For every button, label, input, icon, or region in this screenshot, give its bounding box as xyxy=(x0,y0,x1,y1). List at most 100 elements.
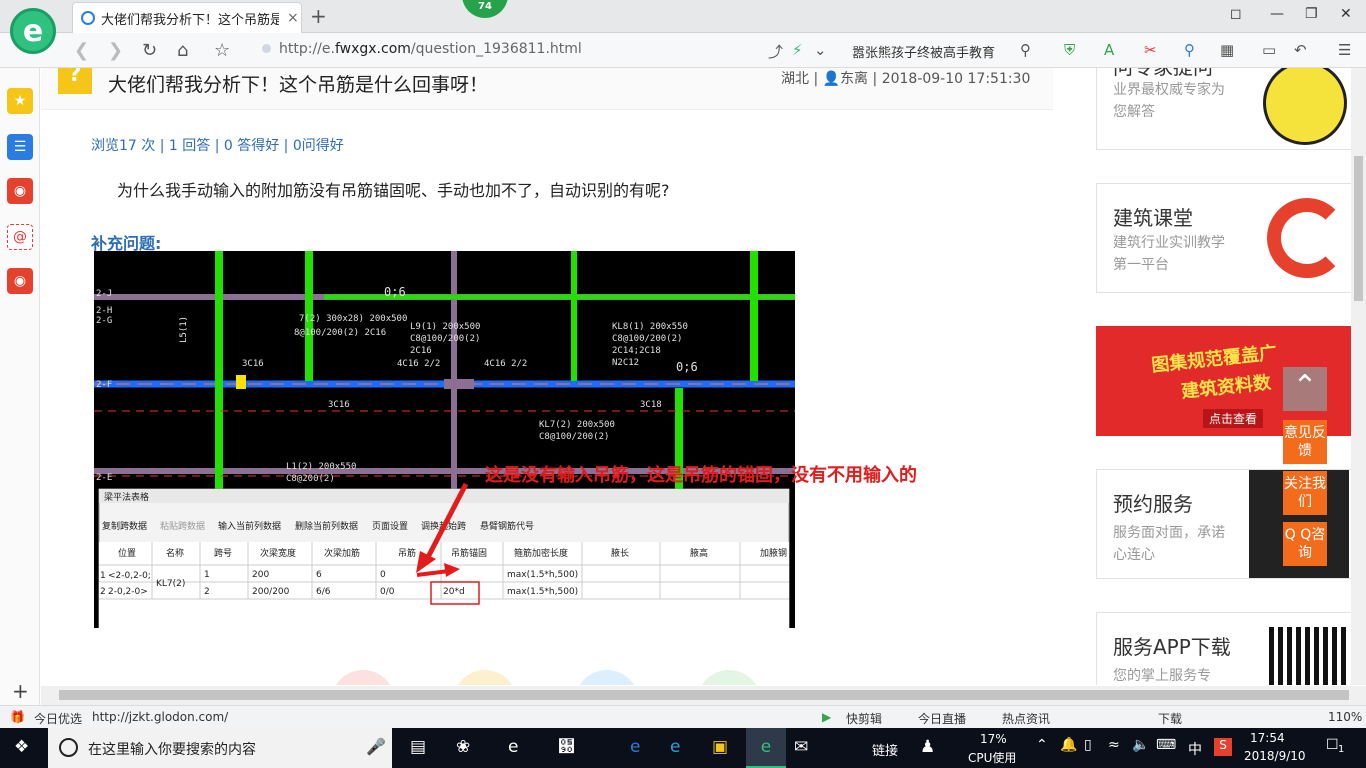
task-view-icon[interactable]: ▤ xyxy=(410,737,426,757)
browser-tab[interactable]: 大佬们帮我分析下！这个吊筋是什么回事呀！ × xyxy=(72,2,302,33)
region[interactable]: 湖北 xyxy=(781,71,809,87)
scroll-top-button[interactable]: ⌃ xyxy=(1283,367,1327,411)
people-icon[interactable]: ♟ xyxy=(920,737,935,757)
ime-indicator[interactable]: 中 xyxy=(1188,739,1202,759)
keyboard-icon[interactable]: ⌨ xyxy=(1156,737,1176,753)
feedback-button[interactable]: 意见反馈 xyxy=(1283,420,1327,464)
ie-icon[interactable]: e xyxy=(670,737,680,757)
scroll-thumb[interactable] xyxy=(59,690,1349,700)
magnifier-icon[interactable]: ⚲ xyxy=(1184,41,1195,59)
reading-list-icon[interactable]: ☰ xyxy=(7,134,33,160)
chevron-up-icon[interactable]: ⌃ xyxy=(1036,737,1048,753)
dialog-toolbar-item[interactable]: 页面设置 xyxy=(372,521,408,532)
table-cell[interactable]: KL7(2) xyxy=(156,579,185,589)
swirl-app-icon[interactable]: ֐ xyxy=(558,737,575,757)
star-icon[interactable]: ☆ xyxy=(214,40,230,61)
cortana-icon[interactable] xyxy=(59,738,78,757)
table-cell[interactable]: 0/0 xyxy=(380,587,395,597)
home-icon[interactable]: ⌂ xyxy=(177,40,188,61)
category-circle[interactable] xyxy=(453,670,517,685)
app-download-card[interactable]: 服务APP下载 您的掌上服务专 xyxy=(1096,612,1351,685)
clock-time[interactable]: 17:54 xyxy=(1250,731,1285,745)
building-class-card[interactable]: 建筑课堂 建筑行业实训教学第一平台 xyxy=(1096,183,1351,293)
category-circle[interactable] xyxy=(575,670,639,685)
action-center-icon[interactable]: ☐ xyxy=(1326,737,1339,753)
table-cell[interactable]: 6 xyxy=(316,570,322,580)
scroll-thumb[interactable] xyxy=(1354,156,1363,301)
folder-icon[interactable]: ▣ xyxy=(712,737,728,757)
dialog-toolbar-item[interactable]: 粘贴跨数据 xyxy=(160,520,205,532)
battery-icon[interactable]: ▯ xyxy=(1084,737,1092,753)
reader-icon[interactable]: ▭ xyxy=(1262,41,1276,59)
favorites-star-icon[interactable]: ★ xyxy=(7,88,33,114)
follow-us-button[interactable]: 关注我们 xyxy=(1283,471,1327,515)
browser-logo[interactable]: e xyxy=(10,8,56,54)
shirt-icon[interactable]: ◻ xyxy=(1230,6,1242,22)
back-icon[interactable]: ❮ xyxy=(74,40,89,61)
windows-start-icon[interactable]: ❖ xyxy=(14,737,29,757)
sogou-s-icon[interactable]: S xyxy=(1214,738,1232,756)
dialog-toolbar-item[interactable]: 删除当前列数据 xyxy=(295,520,358,532)
refresh-icon[interactable]: ↻ xyxy=(142,40,157,61)
undo-icon[interactable]: ↶ xyxy=(1294,41,1307,59)
translate-icon[interactable]: A xyxy=(1104,41,1114,59)
table-cell[interactable]: 2 xyxy=(204,587,210,597)
weibo-icon[interactable]: ◉ xyxy=(7,178,33,204)
forward-icon[interactable]: ❯ xyxy=(108,40,123,61)
qq-consult-button[interactable]: Q Q咨询 xyxy=(1283,522,1327,566)
clock-date[interactable]: 2018/9/10 xyxy=(1244,749,1306,763)
scissors-icon[interactable]: ✂ xyxy=(1144,41,1157,59)
notification-bell-icon[interactable]: 🔔 xyxy=(1060,737,1077,753)
new-tab-button[interactable]: + xyxy=(310,4,327,28)
dialog-toolbar-item[interactable]: 悬臂钢筋代号 xyxy=(480,520,534,532)
dialog-toolbar-item[interactable]: 复制跨数据 xyxy=(102,520,147,532)
chevron-down-icon[interactable]: ⌄ xyxy=(814,41,827,59)
table-cell[interactable]: max(1.5*h,500) xyxy=(507,587,578,597)
today-pick[interactable]: 今日优选 xyxy=(34,710,82,727)
fan-app-icon[interactable]: ❀ xyxy=(456,737,470,757)
add-sidebar-icon[interactable]: + xyxy=(12,679,29,703)
microphone-icon[interactable]: 🎤 xyxy=(366,737,386,756)
table-cell[interactable]: 200/200 xyxy=(252,587,290,597)
volume-icon[interactable]: 🔈 xyxy=(1132,737,1149,753)
edge-icon[interactable]: e xyxy=(630,737,640,757)
table-cell[interactable]: 2-0,2-0> xyxy=(108,587,148,597)
dialog-toolbar-item[interactable]: 输入当前列数据 xyxy=(218,520,281,532)
table-cell[interactable]: 200 xyxy=(252,570,269,580)
taskbar-search-box[interactable]: 在这里输入你要搜索的内容 🎤 xyxy=(48,728,392,768)
category-circle[interactable] xyxy=(331,670,395,685)
mail-icon[interactable]: ✉ xyxy=(794,737,808,757)
table-cell[interactable]: 0 xyxy=(380,570,386,580)
minimize-icon[interactable]: — xyxy=(1270,6,1284,22)
notification-badge[interactable]: 74 xyxy=(462,0,508,18)
zoom-level[interactable]: 110% xyxy=(1328,710,1362,724)
search-suggestion[interactable]: 嚣张熊孩子终被高手教育 xyxy=(852,42,995,61)
author[interactable]: 东离 xyxy=(840,71,868,87)
table-cell[interactable]: <2-0,2-0; xyxy=(108,571,151,581)
wifi-icon[interactable]: ≈ xyxy=(1108,737,1120,753)
table-cell[interactable]: max(1.5*h,500) xyxy=(507,570,578,580)
close-tab-icon[interactable]: × xyxy=(287,10,299,26)
download-label[interactable]: 下载 xyxy=(1158,710,1182,727)
quick-clip[interactable]: 快剪辑 xyxy=(846,710,882,727)
table-cell[interactable]: 6/6 xyxy=(316,587,331,597)
site-info-icon[interactable] xyxy=(262,44,271,53)
category-circle[interactable] xyxy=(697,670,761,685)
edge-browser-icon[interactable]: e xyxy=(508,737,518,757)
close-window-icon[interactable]: ✕ xyxy=(1340,6,1352,22)
game-icon[interactable]: ◉ xyxy=(7,268,33,294)
browser-taskbar-icon[interactable]: e xyxy=(746,728,786,768)
clip-icon[interactable]: ▶ xyxy=(822,710,831,724)
table-cell[interactable]: 1 xyxy=(204,570,210,580)
ask-expert-card[interactable]: 问专家提问 业界最权威专家为您解答 xyxy=(1096,68,1351,150)
apps-grid-icon[interactable]: ▦ xyxy=(1220,41,1234,59)
search-icon[interactable]: ⚲ xyxy=(1020,41,1031,59)
today-live[interactable]: 今日直播 xyxy=(918,710,966,727)
vertical-scrollbar[interactable] xyxy=(1351,68,1366,685)
gift-icon[interactable]: 🎁 xyxy=(10,710,25,724)
restore-icon[interactable]: ❐ xyxy=(1305,6,1318,22)
lightning-icon[interactable]: ⚡ xyxy=(792,41,803,59)
url-field[interactable]: http://e.fwxgx.com/question_1936811.html xyxy=(262,41,582,57)
horizontal-scrollbar[interactable] xyxy=(41,686,1366,705)
shield-icon[interactable]: ⛨ xyxy=(1064,41,1075,59)
